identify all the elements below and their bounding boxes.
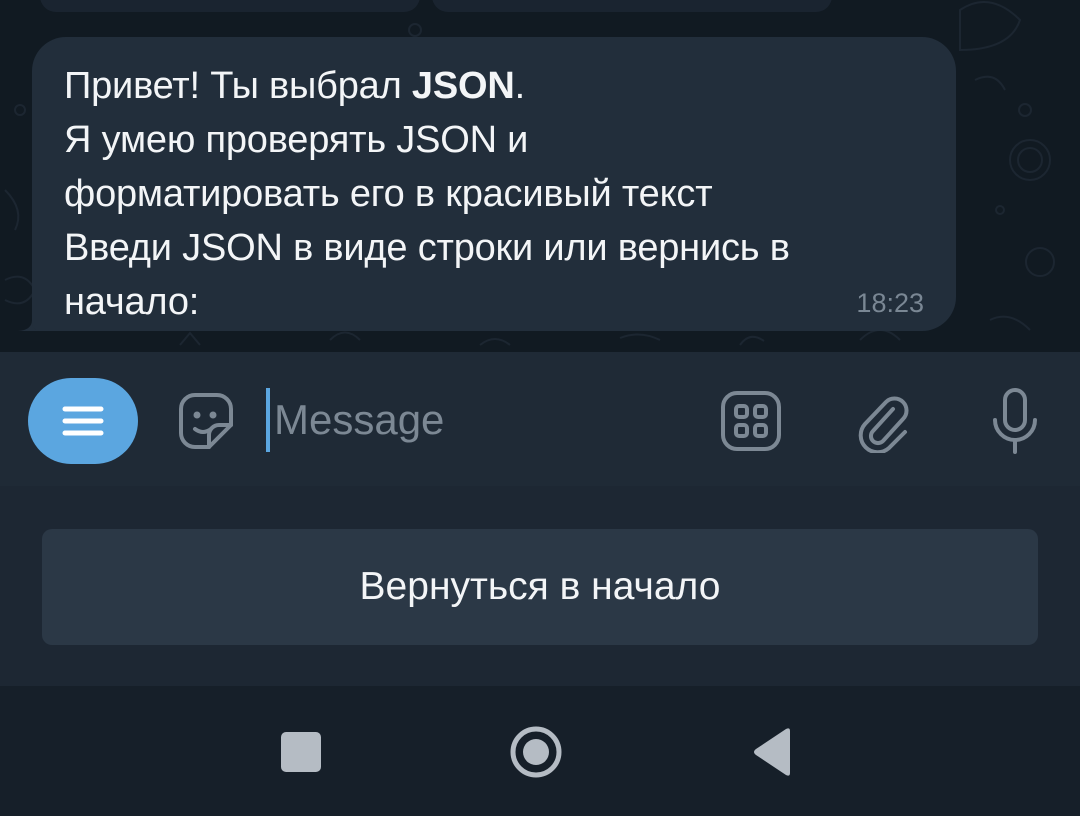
message-line: Я умею проверять JSON и: [64, 119, 529, 161]
back-to-start-button[interactable]: Вернуться в начало: [42, 529, 1038, 645]
home-icon: [510, 726, 562, 778]
sticker-icon: [179, 393, 233, 449]
message-line: Введи JSON в виде строки или вернись в: [64, 227, 790, 269]
message-line: Привет! Ты выбрал JSON.: [64, 65, 525, 107]
sticker-button[interactable]: [170, 386, 240, 456]
message-line: форматировать его в красивый текст: [64, 173, 713, 215]
keyboard-grid-icon: [721, 391, 781, 451]
system-navigation-bar: [0, 686, 1080, 816]
attach-button[interactable]: [848, 386, 918, 456]
message-placeholder: Message: [274, 396, 445, 443]
message-time: 18:23: [856, 288, 924, 318]
bot-keyboard-toggle-button[interactable]: [716, 386, 786, 456]
previous-message-bubble: [432, 0, 832, 12]
back-icon: [754, 728, 790, 776]
message-composer: Message: [0, 352, 1080, 486]
chat-area: Привет! Ты выбрал JSON. Я умею проверять…: [0, 0, 1080, 352]
recent-apps-icon[interactable]: [281, 732, 321, 772]
bot-reply-keyboard: Вернуться в начало: [0, 486, 1080, 686]
voice-message-button[interactable]: [980, 384, 1050, 460]
home-button[interactable]: [506, 722, 566, 782]
incoming-message-bubble: Привет! Ты выбрал JSON. Я умею проверять…: [32, 37, 956, 331]
message-bold-text: JSON: [411, 65, 515, 107]
menu-icon: [62, 406, 104, 436]
microphone-icon: [993, 388, 1037, 454]
message-line: начало:: [64, 281, 200, 323]
message-input[interactable]: Message: [266, 388, 686, 452]
attach-icon: [858, 396, 909, 453]
bot-menu-button[interactable]: [28, 378, 138, 464]
previous-message-bubble: [40, 0, 420, 12]
back-button[interactable]: [748, 726, 796, 778]
text-caret: [266, 388, 270, 452]
